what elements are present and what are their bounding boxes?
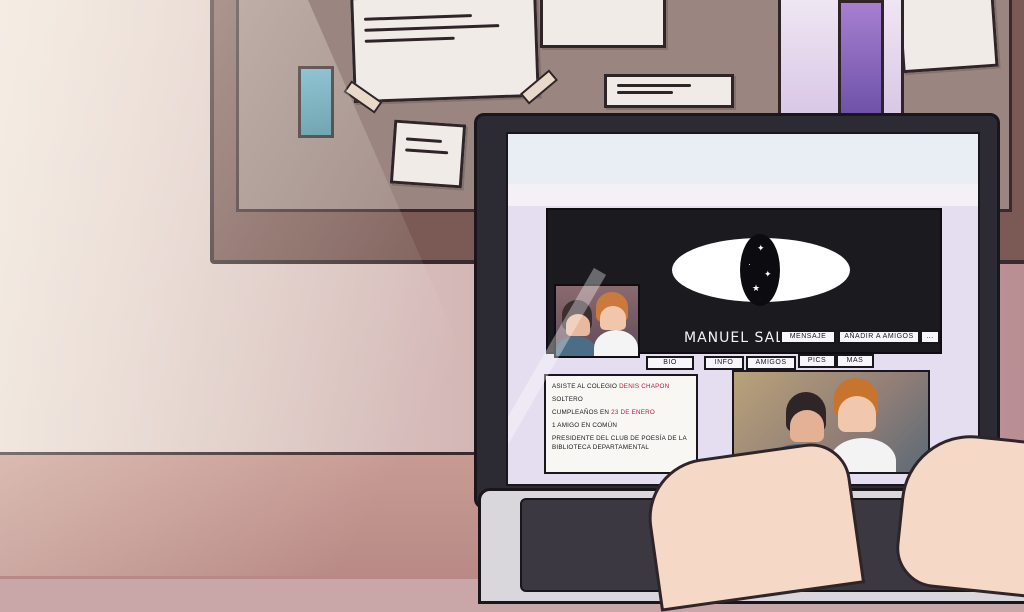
info-birthday: CUMPLEAÑOS EN 23 DE ENERO — [552, 409, 655, 416]
purple-tree-art — [838, 0, 884, 118]
more-icon[interactable]: ... — [920, 330, 940, 344]
pinned-label-note — [604, 74, 734, 108]
tab-more[interactable]: MAS — [836, 354, 874, 368]
tab-bio[interactable]: BIO — [646, 356, 694, 370]
photo-face — [790, 410, 824, 442]
pinned-note-large — [350, 0, 540, 104]
tab-pics[interactable]: PICS — [798, 354, 836, 368]
info-role: PRESIDENTE DEL CLUB DE POESÍA DE LA BIBL… — [552, 435, 687, 451]
pinned-note-right — [897, 0, 999, 74]
browser-address-bar[interactable] — [508, 184, 978, 208]
profile-page: ✦ · ✦ ★ MANUEL SALAS MENSAJE AÑADIR A AM… — [508, 206, 978, 484]
add-friend-button[interactable]: AÑADIR A AMIGOS — [838, 330, 920, 344]
pinned-note-top — [540, 0, 666, 48]
info-status: SOLTERO — [552, 396, 584, 403]
browser-toolbar — [508, 134, 978, 186]
laptop-screen: ✦ · ✦ ★ MANUEL SALAS MENSAJE AÑADIR A AM… — [506, 132, 980, 486]
pinned-sticky-note — [389, 119, 467, 189]
eye-pupil: ✦ · ✦ ★ — [740, 234, 780, 306]
tab-info[interactable]: INFO — [704, 356, 744, 370]
avatar-shirt — [594, 330, 638, 356]
star-icon: · — [748, 259, 751, 269]
avatar-face — [600, 306, 626, 330]
profile-info-card: ASISTE AL COLEGIO DENIS CHAPON SOLTERO C… — [544, 374, 698, 474]
star-icon: ✦ — [757, 243, 765, 253]
tab-friends[interactable]: AMIGOS — [746, 356, 796, 370]
message-button[interactable]: MENSAJE — [780, 330, 836, 344]
info-mutual-friends: 1 AMIGO EN COMÚN — [552, 422, 618, 429]
photo-face — [838, 396, 876, 432]
star-icon: ✦ — [764, 269, 772, 279]
info-school: ASISTE AL COLEGIO DENIS CHAPON — [552, 383, 670, 390]
star-icon: ★ — [752, 283, 761, 293]
